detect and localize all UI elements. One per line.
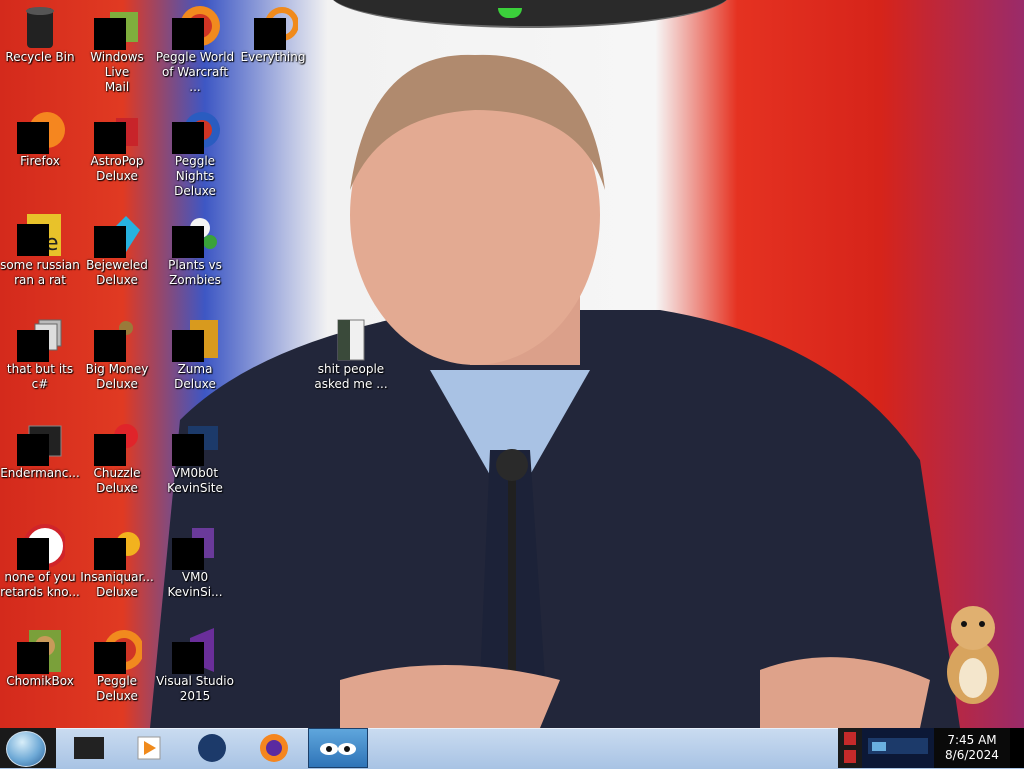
desktop-icon-vm0-kevinsi[interactable]: VM0 KevinSi... — [155, 524, 235, 600]
desktop-icon-plants-vs-zombies[interactable]: Plants vs Zombies — [155, 212, 235, 288]
desktop-icon-none-of-you-retards-kno[interactable]: none of you retards kno... — [0, 524, 80, 600]
game-icon — [92, 524, 142, 570]
desktop: Recycle Bin Windows Live Mail Peggle Wor… — [0, 0, 1024, 728]
start-button[interactable] — [0, 728, 56, 768]
media-player-icon — [137, 736, 161, 760]
media-center-icon — [74, 737, 104, 759]
peggle-icon — [92, 628, 144, 674]
gem-icon — [92, 212, 142, 258]
visual-studio-icon — [170, 628, 220, 674]
top-dock[interactable] — [330, 0, 730, 28]
folder-icon — [326, 316, 376, 362]
desktop-icon-chomikbox[interactable]: ChomikBox — [0, 628, 80, 689]
desktop-icon-zuma-deluxe[interactable]: Zuma Deluxe — [155, 316, 235, 392]
tray-overflow[interactable] — [838, 728, 862, 768]
tray-app-icon — [844, 732, 856, 763]
desktop-icon-some-russian-ran-a-rat[interactable]: e some russian ran a rat — [0, 212, 80, 288]
show-desktop-button[interactable] — [1010, 728, 1024, 768]
file-icon: e — [15, 212, 65, 258]
desktop-icon-peggle-nights-deluxe[interactable]: Peggle Nights Deluxe — [155, 108, 235, 199]
file-icon — [15, 316, 65, 362]
app-icon — [15, 524, 67, 570]
mail-icon — [92, 4, 142, 50]
desktop-hamster-pet[interactable] — [942, 602, 1004, 706]
recycle-bin-icon — [15, 4, 65, 50]
taskbar-item-globe[interactable] — [186, 731, 238, 765]
peggle-icon — [170, 4, 220, 50]
desktop-icon-everything[interactable]: Everything — [233, 4, 313, 65]
desktop-icon-recycle-bin[interactable]: Recycle Bin — [0, 4, 80, 65]
app-icon — [170, 420, 220, 466]
desktop-icon-insaniquarium-deluxe[interactable]: Insaniquar... Deluxe — [77, 524, 157, 600]
taskbar-item-eyes-app[interactable] — [308, 728, 368, 768]
taskbar-item-media-center[interactable] — [64, 731, 116, 765]
game-icon — [170, 316, 220, 362]
desktop-icon-big-money-deluxe[interactable]: Big Money Deluxe — [77, 316, 157, 392]
system-tray[interactable] — [862, 728, 934, 768]
peggle-icon — [170, 108, 220, 154]
clock-date: 8/6/2024 — [945, 748, 999, 762]
plant-icon — [170, 212, 220, 258]
desktop-icon-firefox[interactable]: Firefox — [0, 108, 80, 169]
game-icon — [92, 316, 142, 362]
firefox-icon — [15, 108, 65, 154]
clock[interactable]: 7:45 AM 8/6/2024 — [934, 728, 1010, 768]
desktop-icon-peggle-deluxe[interactable]: Peggle Deluxe — [77, 628, 157, 704]
wallpaper-person — [150, 54, 960, 728]
globe-icon — [198, 734, 226, 762]
desktop-icon-vm0b0t-kevinsite[interactable]: VM0b0t KevinSite — [155, 420, 235, 496]
app-icon — [170, 524, 220, 570]
desktop-icon-endermanc[interactable]: Endermanc... — [0, 420, 80, 481]
desktop-icon-shit-people-asked-me[interactable]: shit people asked me ... — [311, 316, 391, 392]
taskbar-item-firefox[interactable] — [248, 731, 300, 765]
taskbar-item-media-player[interactable] — [124, 731, 176, 765]
desktop-icon-windows-live-mail[interactable]: Windows Live Mail — [77, 4, 157, 95]
search-icon — [248, 4, 299, 50]
desktop-icon-visual-studio-2015[interactable]: Visual Studio 2015 — [155, 628, 235, 704]
desktop-icon-that-but-its-csharp[interactable]: that but its c# — [0, 316, 80, 392]
desktop-icon-bejeweled-deluxe[interactable]: Bejeweled Deluxe — [77, 212, 157, 288]
desktop-icon-chuzzle-deluxe[interactable]: Chuzzle Deluxe — [77, 420, 157, 496]
hamster-icon — [15, 628, 65, 674]
app-icon — [15, 420, 65, 466]
clock-time: 7:45 AM — [947, 733, 997, 747]
game-icon — [92, 108, 142, 154]
eyes-app-icon — [320, 743, 356, 755]
game-icon — [92, 420, 142, 466]
desktop-icon-astropop-deluxe[interactable]: AstroPop Deluxe — [77, 108, 157, 184]
desktop-icon-peggle-world-of-warcraft[interactable]: Peggle World of Warcraft ... — [155, 4, 235, 95]
firefox-icon — [260, 734, 288, 762]
windows-start-icon — [6, 731, 46, 767]
network-icon — [868, 738, 928, 754]
